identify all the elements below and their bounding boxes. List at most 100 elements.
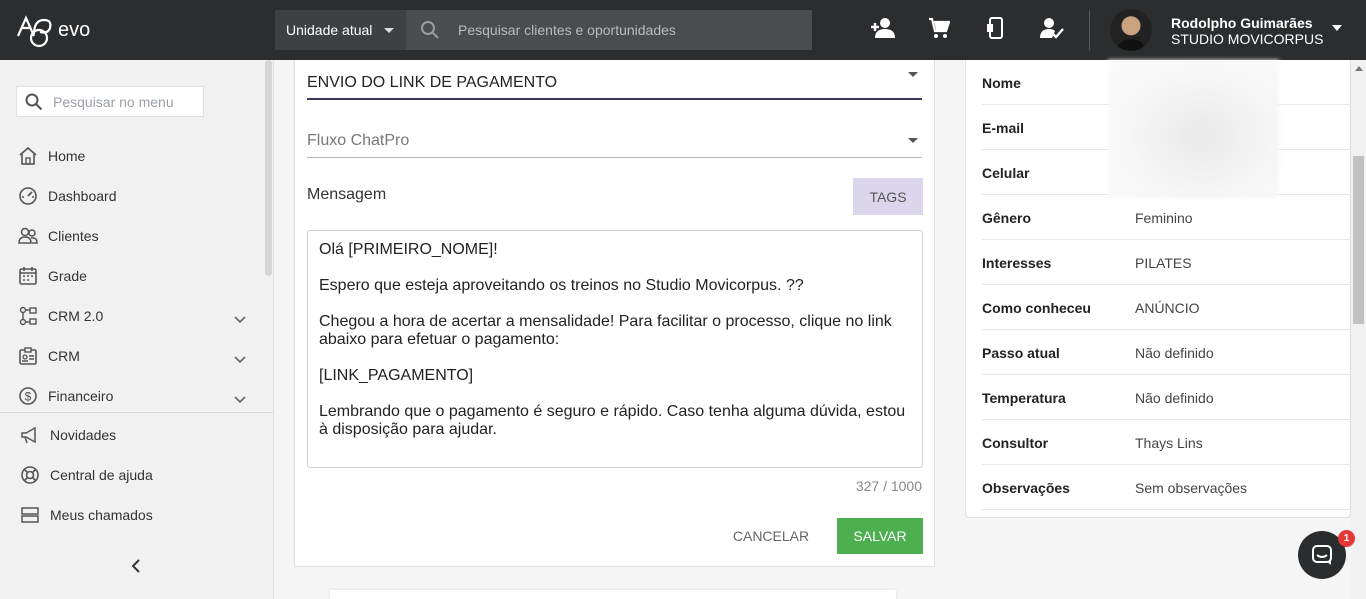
calendar-icon [18,266,38,286]
flow-select[interactable]: Fluxo ChatPro [307,118,922,158]
unit-select-label: Unidade atual [286,22,373,38]
sidebar-item-label: CRM [48,348,80,364]
info-key: Consultor [982,435,1049,451]
home-icon [18,146,38,166]
chat-launcher-button[interactable]: 1 [1298,530,1355,579]
dashboard-icon [18,186,38,206]
top-bar: evo Unidade atual Rodolpho Guimarães STU… [0,0,1366,60]
sidebar-item-central-de-ajuda[interactable]: Central de ajuda [0,455,265,495]
flow-select-placeholder: Fluxo ChatPro [307,132,410,149]
logo-text: evo [58,19,90,41]
info-key: Temperatura [982,390,1066,406]
info-value: Não definido [1135,345,1214,361]
caret-down-icon [908,72,918,77]
sidebar-item-label: CRM 2.0 [48,308,104,324]
info-key: E-mail [982,120,1025,136]
info-key: Observações [982,480,1070,496]
info-key: Como conheceu [982,300,1091,316]
sidebar-divider [0,412,274,413]
info-row-como-conheceu: Como conheceu ANÚNCIO [982,285,1350,330]
sidebar-item-dashboard[interactable]: Dashboard [0,176,265,216]
sidebar: Home Dashboard Clientes Grade CRM 2.0 CR… [0,60,274,599]
dollar-icon: $ [18,386,38,406]
field-underline [307,157,922,158]
cancel-button[interactable]: CANCELAR [721,518,821,554]
chevron-down-icon [234,311,246,329]
sidebar-item-crm[interactable]: CRM [0,336,265,376]
chevron-left-icon[interactable] [128,558,144,579]
sidebar-item-label: Clientes [48,228,99,244]
message-label: Mensagem [307,186,387,203]
sidebar-item-label: Novidades [50,427,117,443]
info-row-temperatura: Temperatura Não definido [982,375,1350,420]
next-card [330,590,896,599]
avatar[interactable] [1110,9,1152,51]
id-card-icon [18,346,38,366]
tickets-icon [20,505,40,525]
chat-badge: 1 [1338,530,1355,547]
client-search-input[interactable] [458,10,798,50]
info-value: Não definido [1135,390,1214,406]
sidebar-item-novidades[interactable]: Novidades [0,415,265,455]
info-row-passo-atual: Passo atual Não definido [982,330,1350,375]
caret-down-icon [908,138,918,143]
info-row-observacoes: Observações Sem observações [982,465,1350,510]
sidebar-item-label: Financeiro [48,388,114,404]
scrollbar-thumb[interactable] [1353,156,1364,324]
client-search [406,10,812,50]
template-select[interactable]: ENVIO DO LINK DE PAGAMENTO [307,60,922,100]
cart-icon[interactable] [928,17,951,44]
sidebar-item-financeiro[interactable]: $ Financeiro [0,376,265,416]
unit-select[interactable]: Unidade atual [275,10,406,50]
message-form-card: ENVIO DO LINK DE PAGAMENTO Fluxo ChatPro… [294,60,935,567]
sidebar-item-label: Meus chamados [50,507,153,523]
sidebar-item-home[interactable]: Home [0,136,265,176]
caret-down-icon[interactable] [1332,25,1342,31]
user-check-icon[interactable] [1040,17,1064,44]
sidebar-item-grade[interactable]: Grade [0,256,265,296]
page-scrollbar[interactable] [1351,60,1366,599]
menu-search [16,86,204,117]
sidebar-item-label: Grade [48,268,87,284]
info-key: Gênero [982,210,1032,226]
info-value: PILATES [1135,255,1192,271]
sidebar-item-label: Central de ajuda [50,467,153,483]
sidebar-item-crm-2[interactable]: CRM 2.0 [0,296,265,336]
user-studio[interactable]: STUDIO MOVICORPUS [1171,31,1323,47]
info-value: Thays Lins [1135,435,1203,451]
info-key: Celular [982,165,1030,181]
chevron-down-icon [234,391,246,409]
sidebar-item-meus-chamados[interactable]: Meus chamados [0,495,265,535]
sidebar-item-clientes[interactable]: Clientes [0,216,265,256]
phone-icon[interactable] [986,17,1004,44]
evo-logo[interactable]: evo [14,12,104,50]
lifebuoy-icon [20,465,40,485]
megaphone-icon [20,425,40,445]
template-select-value: ENVIO DO LINK DE PAGAMENTO [307,74,558,91]
tags-button[interactable]: TAGS [853,178,923,215]
topbar-separator [1089,10,1090,50]
message-textarea[interactable]: Olá [PRIMEIRO_NOME]! Espero que esteja a… [307,230,923,468]
sidebar-item-label: Dashboard [48,188,117,204]
add-user-icon[interactable] [870,17,896,44]
sidebar-scrollbar[interactable] [265,60,272,276]
info-row-genero: Gênero Feminino [982,195,1350,240]
chevron-down-icon [234,351,246,369]
clients-icon [18,226,38,246]
svg-text:$: $ [25,390,32,404]
crm-flow-icon [18,306,38,326]
info-key: Nome [982,75,1021,91]
user-name[interactable]: Rodolpho Guimarães [1171,15,1313,31]
character-counter: 327 / 1000 [855,478,922,494]
info-key: Passo atual [982,345,1060,361]
sidebar-item-label: Home [48,148,86,164]
scroll-up-icon[interactable] [1355,66,1363,71]
info-row-consultor: Consultor Thays Lins [982,420,1350,465]
save-button[interactable]: SALVAR [837,518,923,554]
info-value: Sem observações [1135,480,1248,496]
menu-search-input[interactable] [53,87,201,116]
redacted-info [1108,60,1279,198]
field-underline [307,98,922,100]
info-value: ANÚNCIO [1135,300,1200,316]
chat-icon [1312,545,1332,565]
